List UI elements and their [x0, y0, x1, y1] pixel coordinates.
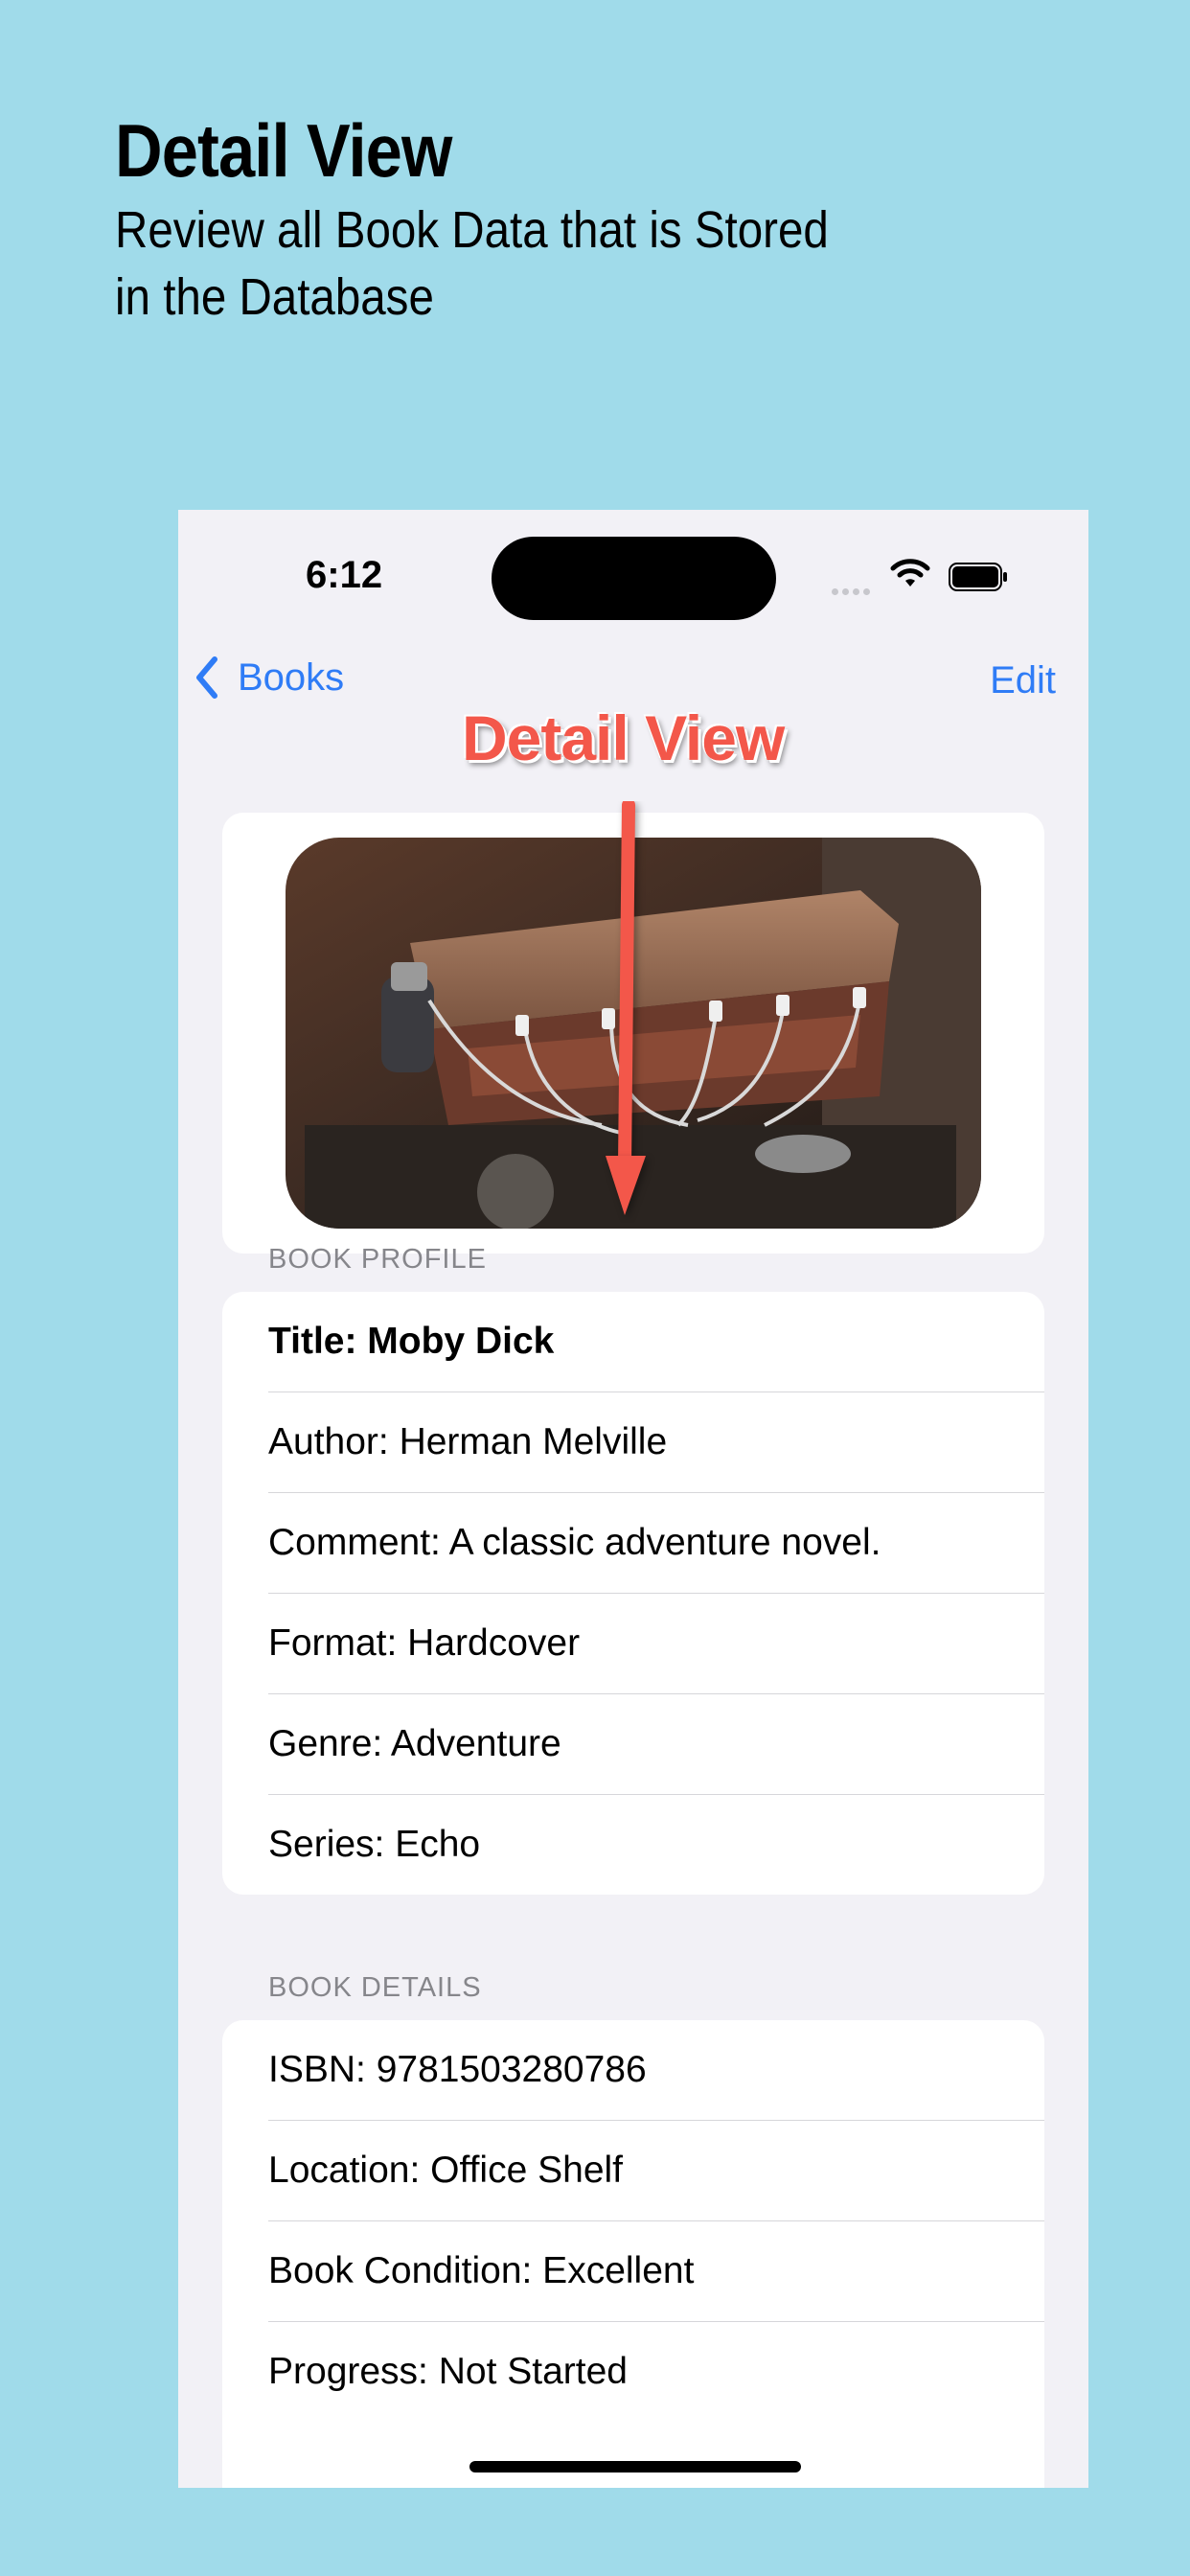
dynamic-island — [492, 537, 776, 620]
back-button-label: Books — [238, 656, 345, 699]
back-button[interactable]: Books — [194, 656, 344, 700]
format-row: Format: Hardcover — [268, 1594, 1044, 1694]
promo-subtitle: Review all Book Data that is Stored in t… — [115, 201, 829, 326]
wifi-icon — [889, 558, 931, 595]
annotation-label: Detail View — [462, 702, 785, 773]
condition-row: Book Condition: Excellent — [268, 2221, 1044, 2322]
phone-screen: 6:12 Books Edit BOOK PROFILE Title: Moby… — [178, 510, 1088, 2488]
comment-row: Comment: A classic adventure novel. — [268, 1493, 1044, 1594]
status-time: 6:12 — [306, 554, 383, 596]
promo-title: Detail View — [115, 108, 452, 193]
annotation-arrow-icon — [600, 798, 657, 1228]
home-indicator[interactable] — [469, 2461, 801, 2472]
edit-button[interactable]: Edit — [990, 659, 1056, 702]
book-profile-card: Title: Moby Dick Author: Herman Melville… — [222, 1292, 1044, 1895]
chevron-left-icon — [196, 656, 217, 699]
isbn-row: ISBN: 9781503280786 — [268, 2020, 1044, 2121]
location-row: Location: Office Shelf — [268, 2121, 1044, 2221]
progress-row: Progress: Not Started — [268, 2351, 628, 2392]
series-row: Series: Echo — [268, 1824, 481, 1865]
book-profile-header: BOOK PROFILE — [268, 1244, 487, 1275]
battery-icon — [949, 562, 1008, 597]
book-details-header: BOOK DETAILS — [268, 1972, 482, 2003]
title-row: Title: Moby Dick — [268, 1292, 1044, 1392]
book-details-card: ISBN: 9781503280786 Location: Office She… — [222, 2020, 1044, 2488]
genre-row: Genre: Adventure — [268, 1694, 1044, 1795]
cellular-signal-icon — [832, 583, 874, 600]
author-row: Author: Herman Melville — [268, 1392, 1044, 1493]
